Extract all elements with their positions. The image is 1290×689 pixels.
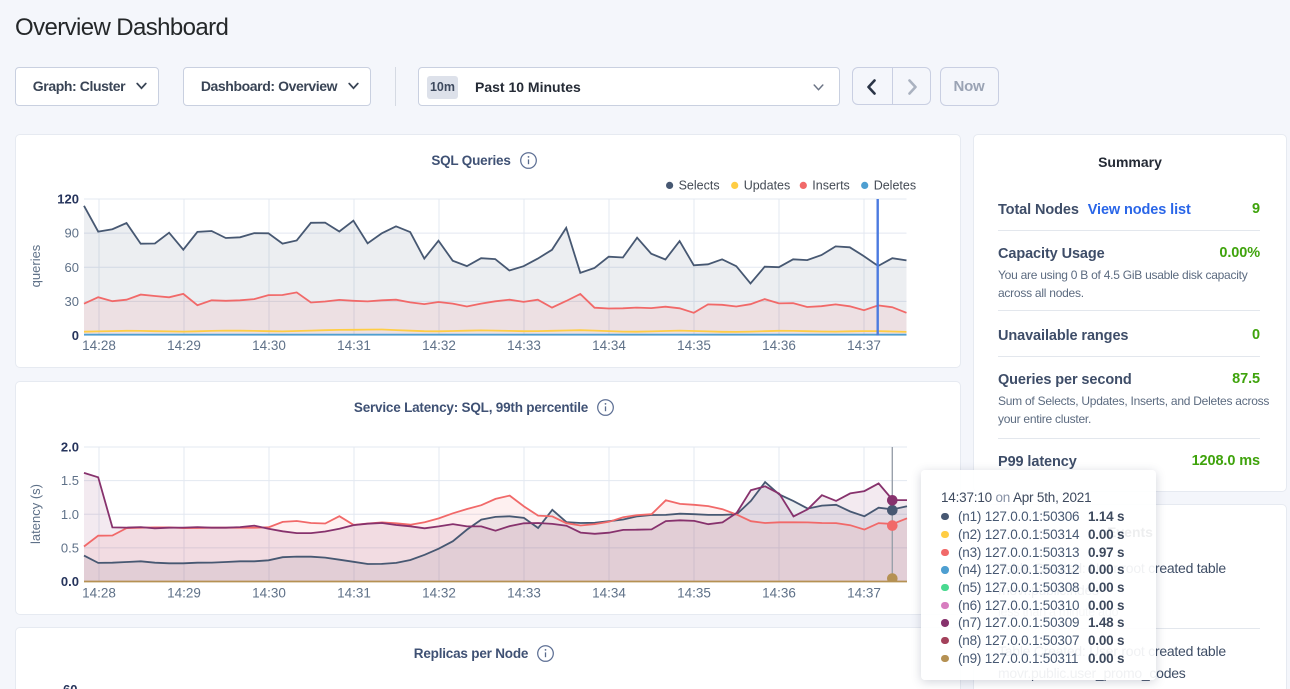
svg-text:60: 60 [65,260,79,275]
svg-text:14:30: 14:30 [252,586,286,601]
svg-text:14:30: 14:30 [252,338,286,353]
svg-text:latency (s): latency (s) [28,484,43,544]
svg-text:Deletes: Deletes [874,179,916,193]
svg-text:14:37: 14:37 [847,586,881,601]
svg-text:14:33: 14:33 [507,586,541,601]
svg-text:30: 30 [65,294,79,309]
svg-text:14:32: 14:32 [422,586,456,601]
svg-text:14:34: 14:34 [592,586,626,601]
svg-text:14:34: 14:34 [592,338,626,353]
svg-text:14:36: 14:36 [762,338,796,353]
svg-text:14:31: 14:31 [337,586,371,601]
svg-text:Updates: Updates [744,179,791,193]
svg-text:Selects: Selects [679,179,720,193]
svg-text:14:35: 14:35 [677,586,711,601]
svg-text:0.0: 0.0 [61,574,79,589]
svg-text:1.0: 1.0 [61,507,79,522]
svg-text:14:37: 14:37 [847,338,881,353]
svg-text:14:31: 14:31 [337,338,371,353]
svg-text:0.5: 0.5 [61,540,79,555]
svg-text:120: 120 [57,192,79,207]
svg-text:1.5: 1.5 [61,473,79,488]
svg-text:14:28: 14:28 [82,338,116,353]
svg-text:14:32: 14:32 [422,338,456,353]
svg-text:14:36: 14:36 [762,586,796,601]
svg-text:queries: queries [28,244,43,287]
svg-text:Inserts: Inserts [812,179,850,193]
svg-text:14:33: 14:33 [507,338,541,353]
svg-text:14:28: 14:28 [82,586,116,601]
svg-text:0: 0 [72,328,79,343]
svg-text:14:29: 14:29 [167,338,201,353]
svg-text:14:35: 14:35 [677,338,711,353]
svg-text:90: 90 [65,226,79,241]
svg-text:14:29: 14:29 [167,586,201,601]
svg-text:2.0: 2.0 [61,440,79,455]
